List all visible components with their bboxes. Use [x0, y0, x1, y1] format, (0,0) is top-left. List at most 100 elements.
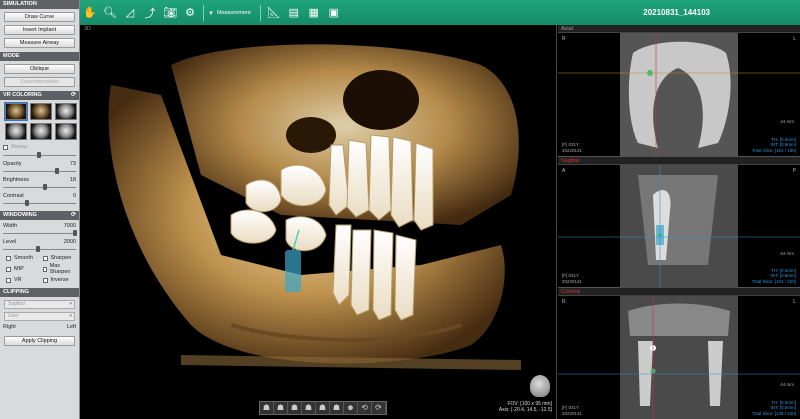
curve-icon[interactable]: ⤴	[140, 5, 160, 21]
view-rotate-icon[interactable]: ⟳	[372, 402, 386, 414]
width-row: Width 7000	[0, 223, 79, 229]
vr-checkbox[interactable]	[6, 277, 11, 283]
vr-preset-5[interactable]	[30, 123, 52, 140]
inverse-check[interactable]: Inverse	[40, 276, 77, 284]
sagittal-total-slice: Total Slice: [104 / 220]	[751, 278, 796, 284]
clipping-user-select[interactable]: User	[4, 312, 75, 321]
coronal-patient-info: [F] 031Y 20220131	[562, 405, 582, 416]
clipping-plane-select[interactable]: Sagittal	[4, 300, 75, 309]
camera-icon[interactable]: 📷︎	[160, 6, 180, 19]
mip-label: MIP	[14, 266, 24, 272]
top-toolbar: ✋ 🔍︎ ◿ ⤴ 📷︎ ⚙ ▾ Measurement 📐︎ ▤ ▦ ▣ 202…	[80, 0, 800, 25]
apply-clipping-button[interactable]: Apply Clipping	[4, 336, 75, 346]
insert-implant-button[interactable]: Insert Implant	[4, 25, 75, 35]
settings-icon[interactable]: ⚙	[180, 6, 200, 19]
width-slider[interactable]	[3, 230, 77, 236]
brightness-label: Brightness	[3, 177, 29, 183]
measure-airway-button[interactable]: Measure Airway	[4, 38, 75, 48]
max-sharpen-checkbox[interactable]	[42, 266, 47, 272]
fov-info: FOV: [100 x 95 mm] Axis: [-20.4, 14.5, -…	[499, 401, 552, 413]
vr-preset-3[interactable]	[55, 103, 77, 120]
left-panel: SIMULATION Draw Curve Insert Implant Mea…	[0, 0, 80, 419]
axial-total-slice: Total Slice: [115 / 180]	[752, 147, 796, 153]
vr-preset-4[interactable]	[5, 123, 27, 140]
coronal-date: 20220131	[562, 410, 583, 416]
hand-icon[interactable]: ✋	[80, 6, 100, 19]
inverse-checkbox[interactable]	[42, 277, 48, 283]
view-bottom-icon[interactable]: ☗	[330, 402, 344, 414]
level-value: 2000	[63, 239, 76, 245]
study-title: 20210831_144103	[643, 8, 710, 17]
measurement-label[interactable]: Measurement	[217, 10, 251, 16]
coronal-view[interactable]: Coronal R L 44 mm [F] 031Y 20220131 TH: …	[558, 288, 800, 419]
view-head-icon[interactable]: ☻	[344, 402, 358, 414]
sharpen-check[interactable]: Sharpen	[40, 254, 77, 262]
clipping-header: CLIPPING	[0, 288, 79, 297]
airway-label: Airway	[11, 144, 28, 150]
axial-header: Axial	[558, 25, 800, 33]
contrast-label: Contrast	[3, 193, 24, 199]
airway-check[interactable]: Airway	[0, 143, 79, 151]
airway-checkbox[interactable]	[3, 144, 8, 150]
axial-patient-info: [F] 031Y 20220131	[562, 142, 582, 153]
mip-checkbox[interactable]	[6, 266, 11, 272]
grid-icon[interactable]: ▦	[304, 6, 324, 19]
view-front-icon[interactable]: ☗	[260, 402, 274, 414]
sagittal-view[interactable]: Sagittal A P 44 mm [F] 031Y 20220131 TH:…	[558, 157, 800, 288]
contrast-slider[interactable]	[3, 200, 76, 206]
angle-icon[interactable]: ◿	[120, 6, 140, 19]
level-slider[interactable]	[3, 246, 76, 252]
layout-icon[interactable]: ▤	[284, 6, 304, 19]
smooth-label: Smooth	[14, 255, 33, 261]
airway-slider[interactable]	[3, 152, 76, 158]
level-label: Level	[3, 239, 17, 245]
opacity-slider[interactable]	[3, 168, 76, 174]
refresh-icon[interactable]: ⟳	[71, 211, 76, 220]
vr-preset-grid	[0, 100, 79, 143]
view-right-icon[interactable]: ☗	[302, 402, 316, 414]
screen-icon[interactable]: ▣	[324, 6, 344, 19]
view-top-icon[interactable]: ☗	[316, 402, 330, 414]
opacity-label: Opacity	[3, 161, 22, 167]
sagittal-patient-info: [F] 031Y 20220131	[562, 273, 582, 284]
oblique-button[interactable]: Oblique	[4, 64, 75, 74]
smooth-checkbox[interactable]	[6, 255, 11, 261]
width-label: Width	[3, 223, 18, 229]
sharpen-checkbox[interactable]	[42, 255, 48, 261]
axial-scale: 44 mm	[780, 119, 794, 124]
vr-coloring-header: VR COLORING ⟳	[0, 91, 79, 100]
superimposition-button[interactable]: Superimposition	[4, 77, 75, 87]
toolbar-separator	[259, 4, 261, 21]
axial-view[interactable]: Axial R L 44 mm [F] 031Y 20220131 TH: [0…	[558, 25, 800, 157]
zoom-icon[interactable]: 🔍︎	[100, 6, 120, 19]
skull-render	[108, 44, 521, 370]
view-reset-icon[interactable]: ⟲	[358, 402, 372, 414]
view-left-icon[interactable]: ☗	[288, 402, 302, 414]
max-sharpen-label: Max Sharpen	[49, 263, 71, 275]
right-label: Right	[3, 324, 16, 330]
toolbar-separator	[203, 4, 204, 21]
vr-preset-6[interactable]	[55, 123, 77, 140]
opacity-row: Opacity 73	[0, 161, 79, 167]
vr-preset-2[interactable]	[30, 103, 52, 120]
max-sharpen-check[interactable]: Max Sharpen	[40, 262, 77, 276]
draw-curve-button[interactable]: Draw Curve	[4, 12, 75, 22]
dropdown-arrow-icon[interactable]: ▾	[207, 9, 215, 17]
axial-slice-info: TH: [0.0mm] INT: [0.5mm] Total Slice: [1…	[752, 137, 796, 154]
orientation-head-icon[interactable]	[530, 375, 550, 397]
ruler-icon[interactable]: 📐︎	[264, 6, 284, 19]
smooth-check[interactable]: Smooth	[3, 254, 40, 262]
view-back-icon[interactable]: ☗	[274, 402, 288, 414]
coronal-scale: 44 mm	[780, 382, 794, 387]
vr-label: VR	[14, 277, 22, 283]
simulation-title: SIMULATION	[3, 1, 37, 7]
brightness-slider[interactable]	[3, 184, 76, 190]
vr-check[interactable]: VR	[3, 276, 40, 284]
refresh-icon[interactable]: ⟳	[71, 91, 76, 100]
vr-preset-1[interactable]	[4, 102, 28, 121]
coronal-total-slice: Total Slice: [139 / 220]	[751, 410, 796, 416]
3d-view[interactable]: 3D FOV: [100 x 95 mm] Axis: [-20.4, 14.5…	[81, 25, 557, 419]
simulation-header: SIMULATION	[0, 0, 79, 9]
mip-check[interactable]: MIP	[3, 262, 40, 276]
axis-line: Axis: [-20.4, 14.5, -12.5]	[498, 407, 552, 413]
